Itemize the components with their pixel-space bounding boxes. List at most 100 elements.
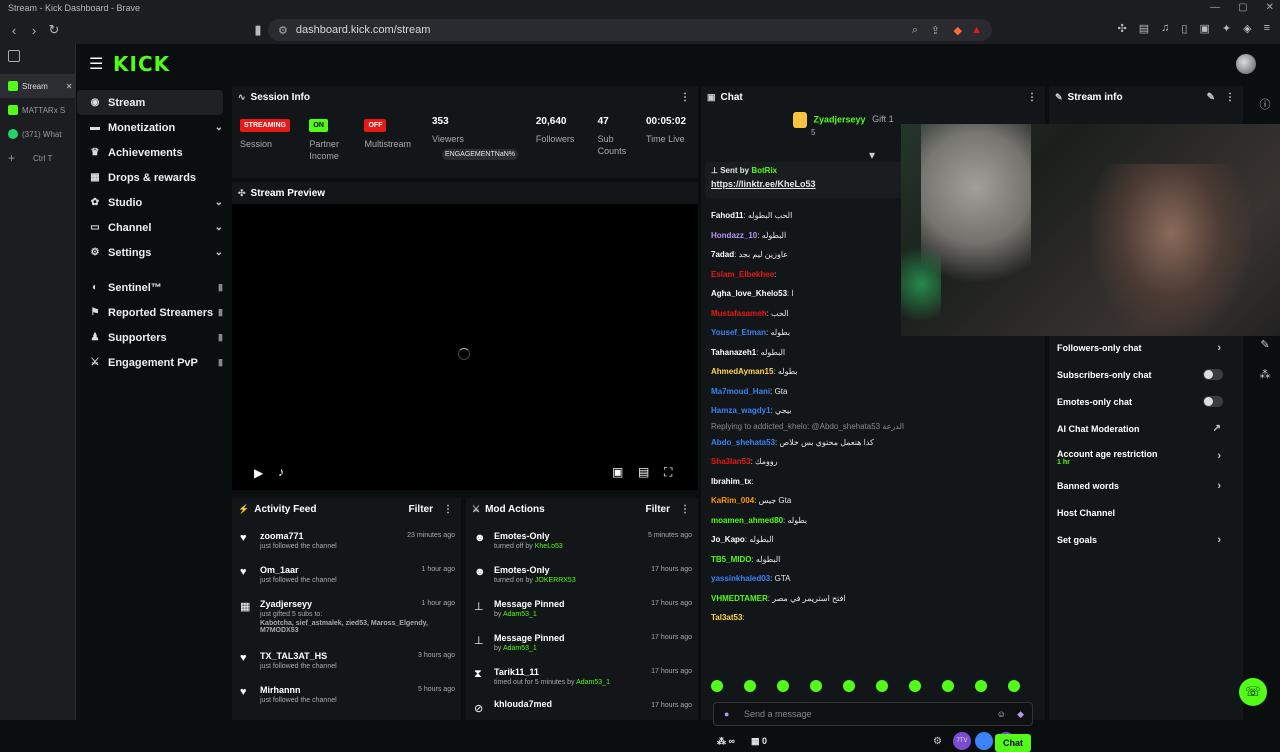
points-counter[interactable]: ⁂ ∞	[717, 736, 735, 747]
chat-settings-icon[interactable]: ⚙	[933, 736, 942, 747]
subscribers-only-toggle[interactable]	[1203, 369, 1223, 380]
sidebar-item-settings[interactable]: ⚙ Settings ⌄	[77, 240, 229, 265]
sidebar-item-stream[interactable]: ◉ Stream	[77, 90, 223, 115]
emote-picker-icon[interactable]: ◆	[1017, 703, 1024, 725]
7tv-icon[interactable]: 7TV	[953, 732, 971, 750]
chat-input[interactable]: ● Send a message ☺ ◆	[713, 702, 1033, 726]
chat-username[interactable]: Sha3lan53	[711, 457, 751, 466]
gift-counter[interactable]: ▦ 0	[751, 736, 767, 747]
chat-username[interactable]: TB5_MIDO	[711, 555, 751, 564]
chat-username[interactable]: Jo_Kapo	[711, 535, 745, 544]
more-icon[interactable]: ⋮	[1225, 92, 1235, 103]
extensions-icon[interactable]: ✣	[1118, 22, 1127, 35]
chat-username[interactable]: Agha_love_Khelo53	[711, 289, 787, 298]
chat-message[interactable]: moamen_ahmed80: بطوله	[701, 511, 1045, 531]
play-icon[interactable]: ▶	[254, 466, 263, 480]
volume-icon[interactable]: ♪	[278, 465, 284, 479]
share-icon[interactable]: ⇪	[931, 24, 940, 37]
emote-icon[interactable]	[777, 680, 789, 692]
ffz-icon[interactable]	[975, 732, 993, 750]
more-icon[interactable]: ⋮	[680, 92, 690, 103]
chat-message[interactable]: Tahanazeh1: البطوله	[701, 343, 1045, 363]
emote-icon[interactable]	[810, 680, 822, 692]
chat-username[interactable]: Ma7moud_Hani	[711, 387, 770, 396]
info-icon[interactable]: ⓘ	[1250, 90, 1280, 120]
followers-only-row[interactable]: Followers-only chat ›	[1049, 334, 1243, 361]
address-bar[interactable]: ⚙ dashboard.kick.com/stream ⌕ ⇪ ◆ ▲	[268, 19, 992, 41]
subscribers-only-row[interactable]: Subscribers-only chat	[1049, 361, 1243, 388]
menu-icon[interactable]: ≡	[1264, 22, 1270, 35]
more-icon[interactable]: ⋮	[1027, 92, 1037, 103]
more-icon[interactable]: ⋮	[680, 504, 690, 515]
close-icon[interactable]: ✕	[1266, 0, 1274, 16]
chat-message[interactable]: Jo_Kapo: البطوله	[701, 530, 1045, 550]
set-goals-row[interactable]: Set goals ›	[1049, 526, 1243, 553]
brave-rewards-icon[interactable]: ▲	[971, 24, 982, 36]
apps-icon[interactable]: ⁂	[1250, 360, 1280, 390]
new-tab-button[interactable]: + Ctrl T	[0, 146, 75, 170]
tab-whatsapp[interactable]: (371) What	[0, 122, 75, 146]
chat-message[interactable]: TB5_MIDO: البطوله	[701, 550, 1045, 570]
sidebar-item-monetization[interactable]: ▬ Monetization ⌄	[77, 115, 229, 140]
media-icon[interactable]: ▤	[1139, 22, 1149, 35]
collapse-icon[interactable]: ▾	[869, 148, 875, 162]
tab-stream[interactable]: Stream ✕	[0, 74, 75, 98]
emote-icon[interactable]	[942, 680, 954, 692]
sidebar-item-pvp[interactable]: ⚔ Engagement PvP ▮	[77, 350, 229, 375]
chat-username[interactable]: Hamza_wagdy1	[711, 406, 771, 415]
chat-username[interactable]: moamen_ahmed80	[711, 516, 783, 525]
sidebar-item-sentinel[interactable]: ◐ Sentinel™ ▮	[77, 275, 229, 300]
chat-username[interactable]: 7adad	[711, 250, 734, 259]
sidebar-icon[interactable]: ▯	[1181, 22, 1187, 35]
kick-logo[interactable]: KICK	[113, 52, 170, 76]
brave-shield-icon[interactable]: ◆	[954, 24, 962, 37]
site-settings-icon[interactable]: ⚙	[278, 24, 288, 37]
chat-username[interactable]: KaRim_004	[711, 496, 754, 505]
chat-message[interactable]: VHMEDTAMER: افتح استريمر في مصر	[701, 589, 1045, 609]
minimize-icon[interactable]: —	[1210, 0, 1220, 16]
emote-icon[interactable]	[1008, 680, 1020, 692]
vpn-icon[interactable]: ◈	[1243, 22, 1251, 35]
maximize-icon[interactable]: ▢	[1238, 0, 1247, 16]
chat-message[interactable]: Ibrahim_tx:	[701, 472, 1045, 492]
emote-icon[interactable]	[876, 680, 888, 692]
chat-message[interactable]: yassinkhaled03: GTA	[701, 569, 1045, 589]
chat-username[interactable]: Yousef_Etman	[711, 328, 766, 337]
emotes-only-toggle[interactable]	[1203, 396, 1223, 407]
mod-filter-button[interactable]: Filter	[646, 504, 670, 515]
wallet-icon[interactable]: ▣	[1199, 22, 1209, 35]
bookmark-icon[interactable]: ▮	[248, 22, 268, 38]
chat-username[interactable]: Mustafasameh	[711, 309, 767, 318]
sidebar-item-drops[interactable]: ▦ Drops & rewards	[77, 165, 229, 190]
sidebar-item-channel[interactable]: ▭ Channel ⌄	[77, 215, 229, 240]
chat-message[interactable]: Hamza_wagdy1: بيجي	[701, 401, 1045, 421]
chat-username[interactable]: Hondazz_10	[711, 231, 757, 240]
reload-icon[interactable]: ↻	[44, 22, 64, 38]
emote-icon[interactable]	[975, 680, 987, 692]
chat-message[interactable]: Tal3at53:	[701, 608, 1045, 628]
chat-username[interactable]: Eslam_Elbekhee	[711, 270, 774, 279]
host-channel-row[interactable]: Host Channel	[1049, 499, 1243, 526]
chat-username[interactable]: Tahanazeh1	[711, 348, 756, 357]
activity-filter-button[interactable]: Filter	[409, 504, 433, 515]
chat-username[interactable]: AhmedAyman15	[711, 367, 773, 376]
chat-message[interactable]: AhmedAyman15: بطوله	[701, 362, 1045, 382]
chat-username[interactable]: VHMEDTAMER	[711, 594, 768, 603]
more-icon[interactable]: ⋮	[443, 504, 453, 515]
chat-message[interactable]: Sha3lan53: روومك	[701, 452, 1045, 472]
video-player[interactable]: ▶ ♪ ▣ ▤ ⛶	[232, 206, 698, 488]
sidebar-item-reported[interactable]: ⚑ Reported Streamers ▮	[77, 300, 229, 325]
user-avatar[interactable]	[1236, 54, 1256, 74]
account-age-row[interactable]: Account age restriction 1 hr ›	[1049, 442, 1243, 472]
emote-icon[interactable]	[843, 680, 855, 692]
pip-icon[interactable]: ▣	[612, 465, 623, 479]
chat-username[interactable]: Abdo_shehata53	[711, 438, 775, 447]
theater-icon[interactable]: ▤	[638, 465, 649, 479]
send-chat-button[interactable]: Chat	[995, 734, 1031, 752]
sidebar-item-studio[interactable]: ✿ Studio ⌄	[77, 190, 229, 215]
back-icon[interactable]: ‹	[4, 23, 24, 38]
chat-username[interactable]: Tal3at53	[711, 613, 742, 622]
chat-username[interactable]: Ibrahim_tx	[711, 477, 751, 486]
tabs-panel-icon[interactable]	[0, 44, 75, 74]
chat-username[interactable]: Fahod11	[711, 211, 743, 220]
